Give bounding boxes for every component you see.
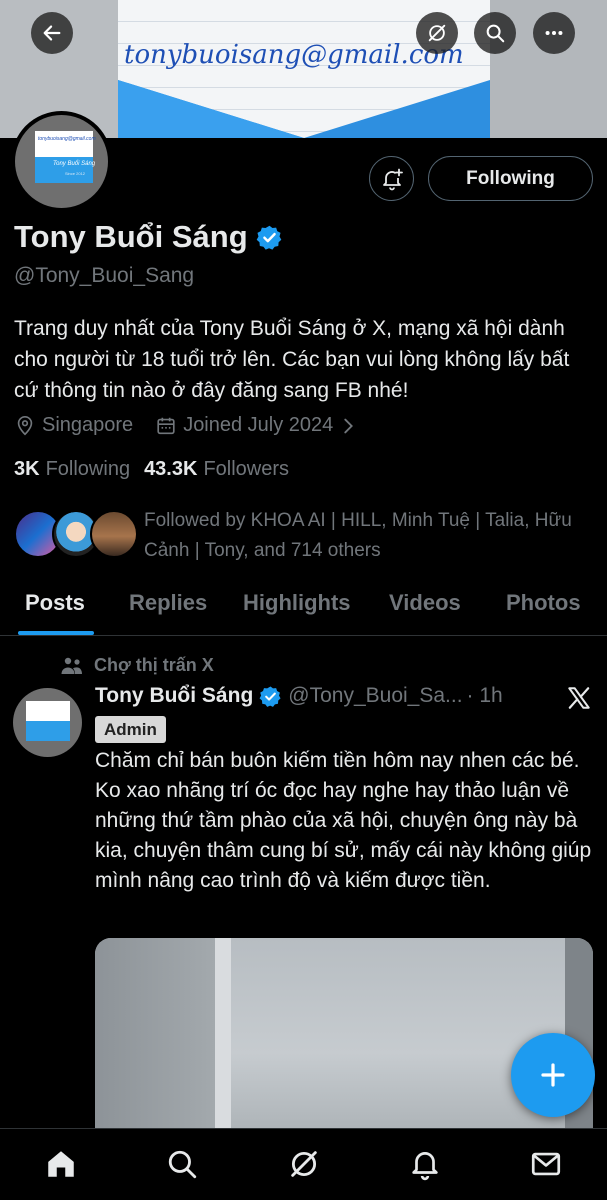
profile-location-text: Singapore — [42, 414, 134, 436]
tab-posts[interactable]: Posts — [25, 590, 85, 616]
profile-handle: @Tony_Buoi_Sang — [14, 264, 195, 287]
post-author-name[interactable]: Tony Buổi Sáng — [95, 684, 253, 708]
media-window-bar — [215, 938, 231, 1130]
chevron-right-icon — [344, 418, 354, 433]
post-author-handle: @Tony_Buoi_Sa... — [288, 684, 463, 707]
calendar-icon — [157, 417, 175, 434]
verified-badge-icon — [256, 225, 281, 250]
followed-by-section[interactable]: Followed by KHOA AI | HILL, Minh Tuệ | T… — [14, 506, 604, 566]
profile-meta: Singapore Joined July 2024 — [14, 414, 359, 437]
messages-icon[interactable] — [529, 1147, 563, 1181]
post-author-avatar[interactable] — [13, 688, 82, 757]
grok-icon — [428, 24, 446, 42]
grok-button[interactable] — [416, 12, 458, 54]
profile-name: Tony Buổi Sáng — [14, 219, 248, 254]
more-horizontal-icon — [545, 30, 563, 36]
profile-avatar[interactable]: tonybuoisang@gmail.com Tony Buổi Sáng Si… — [11, 111, 112, 212]
profile-name-row: Tony Buổi Sáng — [14, 219, 283, 255]
notifications-icon[interactable] — [408, 1147, 442, 1181]
banner-email-text: tonybuoisang@gmail.com — [124, 40, 464, 70]
post-community-name: Chợ thị trấn X — [94, 655, 214, 675]
x-logo-icon[interactable] — [566, 685, 592, 711]
home-icon[interactable] — [44, 1147, 78, 1181]
following-count: 3K — [14, 458, 40, 480]
compose-post-button[interactable] — [511, 1033, 595, 1117]
followers-count: 43.3K — [144, 458, 198, 480]
profile-tabs: Posts Replies Highlights Videos Photos — [0, 580, 607, 636]
search-icon[interactable] — [165, 1147, 199, 1181]
active-tab-indicator — [18, 631, 94, 635]
post-community[interactable]: Chợ thị trấn X — [60, 655, 214, 676]
search-icon — [486, 24, 505, 43]
post-text[interactable]: Chăm chỉ bán buôn kiếm tiền hôm nay nhen… — [95, 746, 595, 896]
avatar-card-name: Tony Buổi Sáng — [53, 161, 96, 167]
followers-label: Followers — [203, 458, 290, 480]
tab-photos[interactable]: Photos — [506, 590, 581, 616]
arrow-left-icon — [43, 25, 61, 41]
more-button[interactable] — [533, 12, 575, 54]
bell-plus-icon — [382, 168, 403, 190]
banner-envelope-flap — [118, 80, 490, 138]
followed-by-text: Followed by KHOA AI | HILL, Minh Tuệ | T… — [144, 510, 572, 561]
post-time: · 1h — [466, 684, 503, 707]
avatar-card-sub: Since 2012 — [65, 171, 86, 176]
following-stat[interactable]: 3K Following — [14, 458, 130, 481]
plus-icon — [541, 1063, 565, 1087]
location-pin-icon — [17, 415, 33, 435]
following-button[interactable]: Following — [428, 156, 593, 201]
search-button[interactable] — [474, 12, 516, 54]
tab-replies[interactable]: Replies — [129, 590, 207, 616]
tab-highlights[interactable]: Highlights — [243, 590, 351, 616]
community-icon — [61, 657, 82, 674]
profile-joined-text: Joined July 2024 — [183, 414, 334, 436]
profile-banner[interactable]: tonybuoisang@gmail.com — [0, 0, 607, 138]
bottom-navigation — [0, 1128, 607, 1200]
profile-bio: Trang duy nhất của Tony Buổi Sáng ở X, m… — [14, 317, 570, 402]
post-header: Tony Buổi Sáng @Tony_Buoi_Sa... · 1h — [95, 684, 503, 708]
followers-stat[interactable]: 43.3K Followers — [144, 458, 289, 481]
profile-joined[interactable]: Joined July 2024 — [155, 414, 359, 437]
admin-badge: Admin — [95, 716, 166, 743]
notify-button[interactable] — [369, 156, 414, 201]
post-avatar-card — [26, 701, 70, 741]
follower-avatar — [90, 510, 138, 558]
back-button[interactable] — [31, 12, 73, 54]
avatar-card-email: tonybuoisang@gmail.com — [38, 136, 96, 142]
grok-icon[interactable] — [287, 1147, 321, 1181]
profile-stats: 3K Following 43.3K Followers — [14, 458, 289, 481]
following-label: Following — [45, 458, 131, 480]
tab-videos[interactable]: Videos — [389, 590, 461, 616]
verified-badge-icon — [259, 685, 281, 707]
avatar-card: tonybuoisang@gmail.com Tony Buổi Sáng Si… — [35, 131, 96, 183]
media-window-frame — [95, 938, 215, 1130]
post-media-image[interactable] — [95, 938, 593, 1130]
profile-location: Singapore — [14, 414, 133, 437]
